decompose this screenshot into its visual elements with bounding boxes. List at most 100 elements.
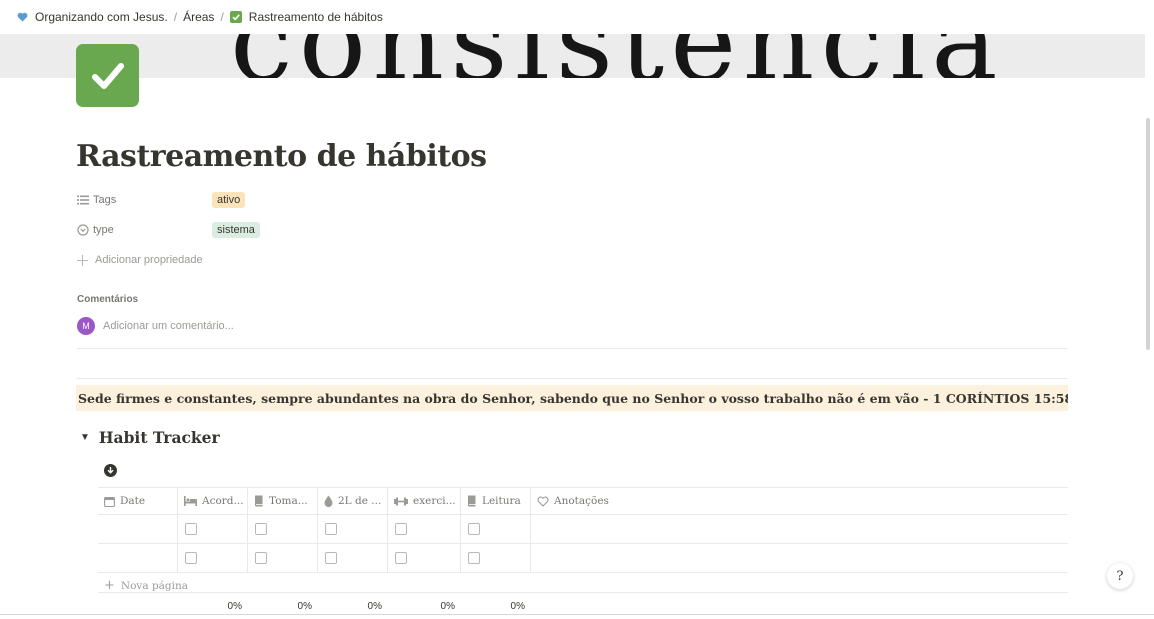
- column-header-2l-agua[interactable]: 2L de ...: [318, 488, 388, 514]
- breadcrumb-separator: /: [220, 10, 224, 24]
- property-type[interactable]: type sistema: [77, 222, 260, 238]
- cell-notes[interactable]: [531, 515, 1068, 543]
- column-label: exerci...: [413, 495, 456, 507]
- scrollbar[interactable]: [1146, 118, 1150, 350]
- column-header-exercicio[interactable]: exerci...: [388, 488, 461, 514]
- cell-checkbox[interactable]: [248, 515, 318, 543]
- water-drop-icon: [324, 495, 333, 507]
- checkbox[interactable]: [255, 523, 267, 535]
- green-checkmark-icon: [91, 62, 124, 89]
- checkbox[interactable]: [325, 523, 337, 535]
- download-icon[interactable]: [104, 464, 117, 482]
- cell-checkbox[interactable]: [318, 544, 388, 572]
- checkmark-box-icon: [229, 11, 242, 23]
- checkbox[interactable]: [468, 523, 480, 535]
- divider: [0, 614, 1154, 615]
- list-icon: [77, 195, 89, 205]
- tag-sistema[interactable]: sistema: [212, 222, 260, 238]
- breadcrumb-item-areas[interactable]: Áreas: [183, 10, 214, 24]
- avatar: M: [77, 317, 95, 335]
- type-label: type: [93, 224, 114, 236]
- cell-checkbox[interactable]: [388, 515, 461, 543]
- page-icon[interactable]: [76, 44, 139, 107]
- select-icon: [77, 224, 89, 236]
- table-row[interactable]: [98, 544, 1068, 573]
- checkbox[interactable]: [255, 552, 267, 564]
- column-header-acordar[interactable]: Acord...: [178, 488, 248, 514]
- property-label: Tags: [77, 194, 212, 206]
- property-label: type: [77, 224, 212, 236]
- column-label: Anotações: [554, 495, 609, 507]
- toggle-title: Habit Tracker: [98, 428, 220, 447]
- checkbox[interactable]: [325, 552, 337, 564]
- plus-icon: [77, 254, 88, 266]
- calc-leitura[interactable]: 0%: [461, 601, 531, 612]
- blue-heart-icon: [17, 12, 28, 22]
- book-icon: [255, 495, 263, 507]
- breadcrumb-separator: /: [173, 10, 178, 24]
- breadcrumb-label: Áreas: [183, 10, 215, 24]
- calc-2l-agua[interactable]: 0%: [318, 601, 388, 612]
- column-label: Date: [120, 495, 146, 507]
- divider: [77, 378, 1068, 379]
- divider: [77, 348, 1068, 349]
- cell-checkbox[interactable]: [318, 515, 388, 543]
- calculation-row: 0% 0% 0% 0% 0%: [98, 593, 1068, 619]
- calendar-icon: [104, 496, 115, 507]
- column-label: Leitura: [482, 495, 521, 507]
- cell-date[interactable]: [98, 544, 178, 572]
- breadcrumb-label: Rastreamento de hábitos: [248, 10, 383, 24]
- toggle-arrow-icon[interactable]: ▼: [80, 432, 90, 443]
- column-header-tomar[interactable]: Toma...: [248, 488, 318, 514]
- column-header-leitura[interactable]: Leitura: [461, 488, 531, 514]
- plus-icon: +: [104, 578, 115, 593]
- calc-exercicio[interactable]: 0%: [388, 601, 461, 612]
- comment-placeholder: Adicionar um comentário...: [103, 320, 234, 332]
- column-label: 2L de ...: [338, 495, 382, 507]
- table-row[interactable]: [98, 515, 1068, 544]
- property-tags[interactable]: Tags ativo: [77, 192, 246, 208]
- add-property-button[interactable]: Adicionar propriedade: [77, 254, 203, 266]
- bible-verse-callout[interactable]: Sede firmes e constantes, sempre abundan…: [76, 385, 1068, 411]
- cover-image[interactable]: consistencia: [0, 34, 1145, 78]
- new-page-button[interactable]: + Nova página: [98, 573, 1068, 593]
- habit-tracker-table: Date Acord... Toma... 2L de ... exerci..…: [98, 487, 1068, 619]
- book-icon: [468, 495, 476, 507]
- dumbbell-icon: [394, 497, 408, 505]
- tags-label: Tags: [93, 194, 117, 206]
- bed-icon: [184, 496, 197, 506]
- calc-tomar[interactable]: 0%: [248, 601, 318, 612]
- comments-heading: Comentários: [77, 294, 139, 305]
- page-title[interactable]: Rastreamento de hábitos: [76, 139, 487, 174]
- new-page-label: Nova página: [120, 580, 189, 592]
- cell-checkbox[interactable]: [461, 544, 531, 572]
- cell-date[interactable]: [98, 515, 178, 543]
- tag-ativo[interactable]: ativo: [212, 192, 246, 208]
- checkbox[interactable]: [185, 523, 197, 535]
- breadcrumb: Organizando com Jesus. / Áreas / Rastrea…: [0, 0, 1154, 34]
- breadcrumb-label: Organizando com Jesus.: [35, 10, 168, 24]
- cell-checkbox[interactable]: [461, 515, 531, 543]
- help-button[interactable]: ?: [1107, 563, 1133, 589]
- habit-tracker-toggle[interactable]: ▼ Habit Tracker: [80, 428, 220, 447]
- column-header-date[interactable]: Date: [98, 488, 178, 514]
- checkbox[interactable]: [395, 552, 407, 564]
- cell-notes[interactable]: [531, 544, 1068, 572]
- comment-input[interactable]: M Adicionar um comentário...: [77, 317, 234, 335]
- column-label: Toma...: [269, 495, 308, 507]
- heart-icon: [537, 496, 549, 507]
- calc-acordar[interactable]: 0%: [178, 601, 248, 612]
- breadcrumb-item-rastreamento[interactable]: Rastreamento de hábitos: [229, 10, 383, 24]
- table-header: Date Acord... Toma... 2L de ... exerci..…: [98, 487, 1068, 515]
- checkbox[interactable]: [468, 552, 480, 564]
- cell-checkbox[interactable]: [248, 544, 318, 572]
- breadcrumb-item-organizando[interactable]: Organizando com Jesus.: [17, 10, 168, 24]
- cell-checkbox[interactable]: [178, 515, 248, 543]
- cell-checkbox[interactable]: [178, 544, 248, 572]
- add-property-label: Adicionar propriedade: [95, 254, 203, 266]
- cell-checkbox[interactable]: [388, 544, 461, 572]
- checkbox[interactable]: [395, 523, 407, 535]
- column-label: Acord...: [202, 495, 244, 507]
- checkbox[interactable]: [185, 552, 197, 564]
- column-header-anotacoes[interactable]: Anotações: [531, 488, 1068, 514]
